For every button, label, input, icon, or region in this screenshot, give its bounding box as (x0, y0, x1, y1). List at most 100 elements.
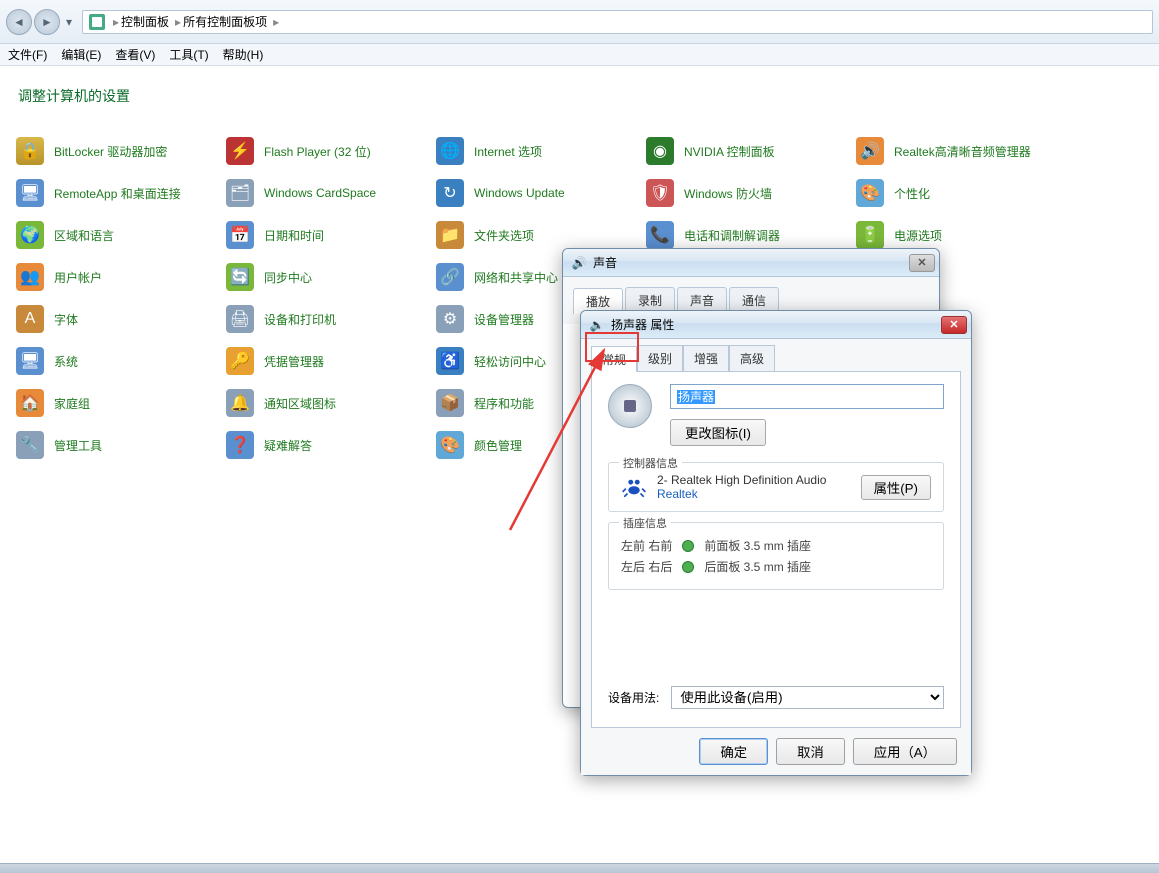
menu-tools[interactable]: 工具(T) (169, 46, 208, 63)
cp-item-link[interactable]: 字体 (54, 311, 78, 328)
close-icon[interactable]: ✕ (909, 254, 935, 272)
cp-item-link[interactable]: 个性化 (894, 185, 930, 202)
cp-item-icon: 📅 (226, 221, 254, 249)
taskbar[interactable] (0, 863, 1159, 873)
control-panel-item[interactable]: 🛡Windows 防火墙 (638, 172, 848, 214)
change-icon-button[interactable]: 更改图标(I) (670, 419, 766, 446)
breadcrumb-2[interactable]: 所有控制面板项 (183, 13, 267, 30)
tab-levels[interactable]: 级别 (637, 345, 683, 371)
cp-item-link[interactable]: 系统 (54, 353, 78, 370)
cp-item-link[interactable]: BitLocker 驱动器加密 (54, 143, 167, 160)
cp-item-link[interactable]: 同步中心 (264, 269, 312, 286)
control-panel-item[interactable]: 🔔通知区域图标 (218, 382, 428, 424)
tab-enhancements[interactable]: 增强 (683, 345, 729, 371)
control-panel-item[interactable]: 🔑凭据管理器 (218, 340, 428, 382)
address-bar[interactable]: ▸ 控制面板 ▸ 所有控制面板项 ▸ (82, 10, 1153, 34)
breadcrumb-sep: ▸ (175, 15, 181, 29)
control-panel-item[interactable]: 🌍区域和语言 (8, 214, 218, 256)
cp-item-icon: 🔧 (16, 431, 44, 459)
cp-item-icon: ♿ (436, 347, 464, 375)
control-panel-item[interactable]: 🔊Realtek高清晰音频管理器 (848, 130, 1058, 172)
jack-info-label: 插座信息 (619, 515, 671, 531)
tab-advanced[interactable]: 高级 (729, 345, 775, 371)
cp-item-link[interactable]: RemoteApp 和桌面连接 (54, 185, 181, 202)
cp-item-link[interactable]: 疑难解答 (264, 437, 312, 454)
cp-item-link[interactable]: 电话和调制解调器 (684, 227, 780, 244)
cp-item-link[interactable]: 轻松访问中心 (474, 353, 546, 370)
nav-back-button[interactable]: ◄ (6, 9, 32, 35)
jack-desc-2: 后面板 3.5 mm 插座 (704, 558, 811, 575)
ok-button[interactable]: 确定 (699, 738, 768, 765)
cp-item-link[interactable]: 网络和共享中心 (474, 269, 558, 286)
control-panel-item[interactable]: 🔧 管理工具 (8, 424, 218, 466)
menu-help[interactable]: 帮助(H) (223, 46, 264, 63)
cp-item-icon: 🔗 (436, 263, 464, 291)
breadcrumb-1[interactable]: 控制面板 (121, 13, 169, 30)
cp-item-icon: 📁 (436, 221, 464, 249)
cp-item-icon: 🎨 (856, 179, 884, 207)
cp-item-icon: ◉ (646, 137, 674, 165)
cp-item-icon: 👥 (16, 263, 44, 291)
cp-item-link[interactable]: 区域和语言 (54, 227, 114, 244)
cp-item-link[interactable]: 用户帐户 (54, 269, 102, 286)
control-panel-item[interactable]: 🌐Internet 选项 (428, 130, 638, 172)
cp-item-icon: ↻ (436, 179, 464, 207)
cp-item-link[interactable]: 颜色管理 (474, 437, 522, 454)
cp-item-link[interactable]: 程序和功能 (474, 395, 534, 412)
cp-item-link[interactable]: 管理工具 (54, 437, 102, 454)
cp-item-icon: 🎨 (436, 431, 464, 459)
control-panel-item[interactable]: ❓疑难解答 (218, 424, 428, 466)
control-panel-item[interactable]: 📅 日期和时间 (218, 214, 428, 256)
control-panel-item[interactable]: 🖥RemoteApp 和桌面连接 (8, 172, 218, 214)
cp-item-link[interactable]: 设备管理器 (474, 311, 534, 328)
jack-channels-1: 左前 右前 (621, 537, 672, 554)
control-panel-item[interactable]: ⚡Flash Player (32 位) (218, 130, 428, 172)
device-name-input[interactable]: 扬声器 (670, 384, 944, 409)
tab-general[interactable]: 常规 (591, 346, 637, 372)
apply-button[interactable]: 应用（A） (853, 738, 957, 765)
cp-item-link[interactable]: 通知区域图标 (264, 395, 336, 412)
cp-item-link[interactable]: 文件夹选项 (474, 227, 534, 244)
cp-item-link[interactable]: Internet 选项 (474, 143, 542, 160)
nav-forward-button[interactable]: ► (34, 9, 60, 35)
cp-item-link[interactable]: Realtek高清晰音频管理器 (894, 143, 1031, 160)
cp-item-link[interactable]: Windows 防火墙 (684, 185, 772, 202)
cancel-button[interactable]: 取消 (776, 738, 845, 765)
sound-dialog-titlebar[interactable]: 🔊 声音 ✕ (563, 249, 939, 277)
cp-item-link[interactable]: Windows Update (474, 186, 565, 200)
cp-item-link[interactable]: 电源选项 (894, 227, 942, 244)
cp-item-link[interactable]: 设备和打印机 (264, 311, 336, 328)
control-panel-icon (89, 14, 105, 30)
control-panel-item[interactable]: ↻ Windows Update (428, 172, 638, 214)
menu-view[interactable]: 查看(V) (115, 46, 155, 63)
control-panel-item[interactable]: 🔄同步中心 (218, 256, 428, 298)
control-panel-item[interactable]: A字体 (8, 298, 218, 340)
cp-item-link[interactable]: 家庭组 (54, 395, 90, 412)
control-panel-item[interactable]: 🏠家庭组 (8, 382, 218, 424)
control-panel-item[interactable]: 🖨设备和打印机 (218, 298, 428, 340)
cp-item-link[interactable]: 日期和时间 (264, 227, 324, 244)
cp-item-link[interactable]: Flash Player (32 位) (264, 143, 371, 160)
cp-item-link[interactable]: 凭据管理器 (264, 353, 324, 370)
control-panel-item[interactable]: ◉ NVIDIA 控制面板 (638, 130, 848, 172)
device-usage-select[interactable]: 使用此设备(启用) (671, 686, 944, 709)
cp-item-icon: 📞 (646, 221, 674, 249)
cp-item-link[interactable]: Windows CardSpace (264, 186, 376, 200)
cp-item-icon: ⚙ (436, 305, 464, 333)
controller-vendor-link[interactable]: Realtek (657, 487, 826, 501)
nav-history-dropdown[interactable]: ▾ (62, 15, 76, 29)
device-large-icon (608, 384, 652, 428)
control-panel-item[interactable]: 🗂Windows CardSpace (218, 172, 428, 214)
control-panel-item[interactable]: 🔒BitLocker 驱动器加密 (8, 130, 218, 172)
control-panel-item[interactable]: 🎨 个性化 (848, 172, 1058, 214)
general-tab-content: 扬声器 更改图标(I) 控制器信息 2- Realtek High Defini… (591, 372, 961, 728)
speaker-icon: 🔈 (589, 317, 605, 333)
control-panel-item[interactable]: 🖥系统 (8, 340, 218, 382)
cp-item-link[interactable]: NVIDIA 控制面板 (684, 143, 775, 160)
controller-properties-button[interactable]: 属性(P) (861, 475, 931, 500)
control-panel-item[interactable]: 👥 用户帐户 (8, 256, 218, 298)
menu-edit[interactable]: 编辑(E) (61, 46, 101, 63)
properties-titlebar[interactable]: 🔈 扬声器 属性 ✕ (581, 311, 971, 339)
menu-file[interactable]: 文件(F) (8, 46, 47, 63)
close-icon[interactable]: ✕ (941, 316, 967, 334)
